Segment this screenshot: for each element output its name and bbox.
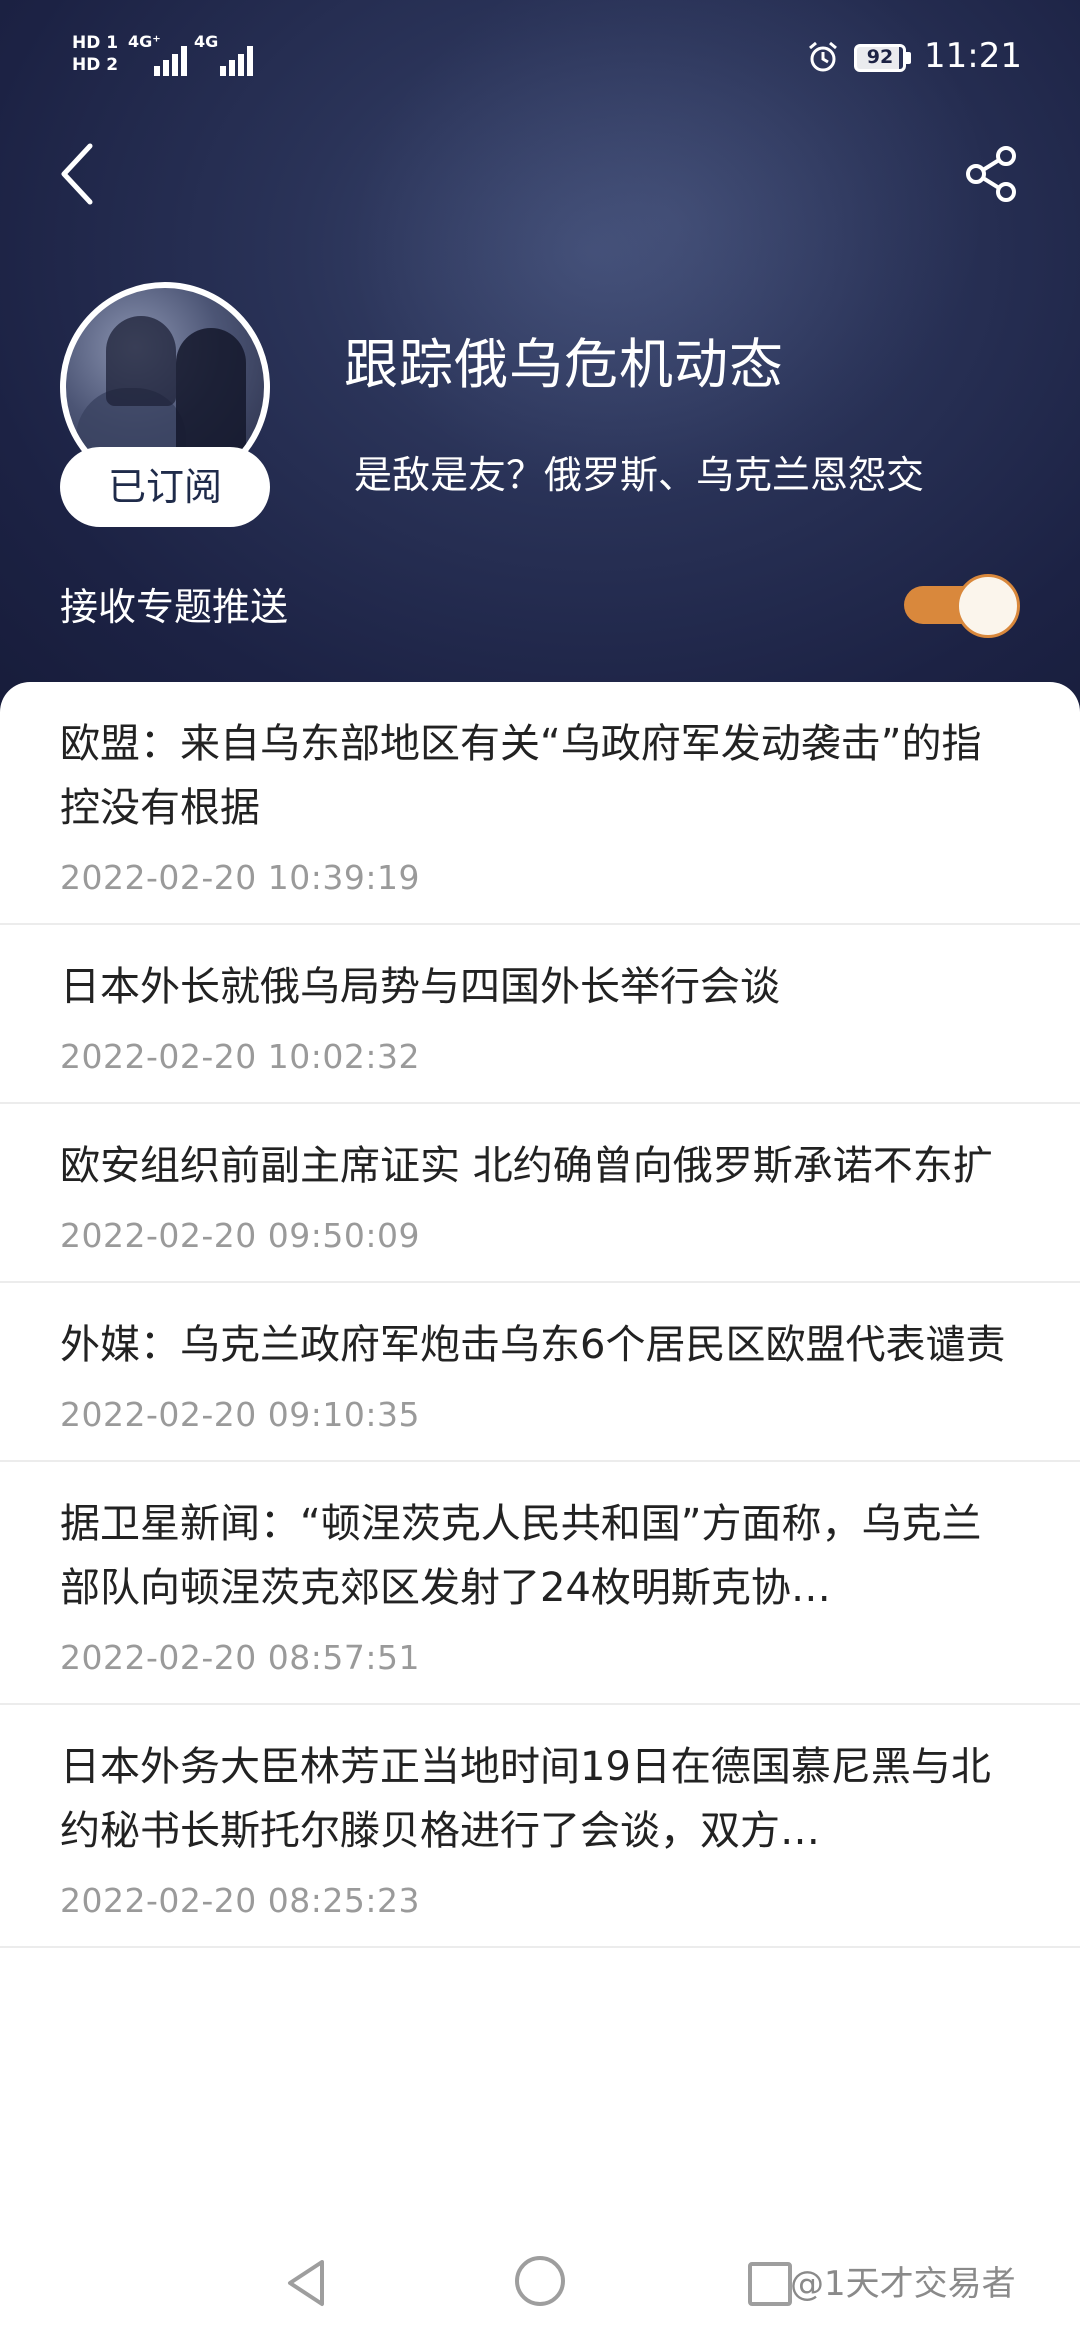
news-time: 2022-02-20 10:02:32 [60,1037,420,1076]
news-title: 日本外务大臣林芳正当地时间19日在德国慕尼黑与北约秘书长斯托尔滕贝格进行了会谈，… [60,1744,991,1854]
status-bar: HD 1 HD 2 4G⁺ 4G 92 11:21 [0,0,1080,120]
battery-icon: 92 [854,44,906,72]
news-title: 外媒：乌克兰政府军炮击乌东6个居民区欧盟代表谴责 [60,1322,1006,1368]
news-title: 日本外长就俄乌局势与四国外长举行会谈 [60,964,780,1010]
battery-level: 92 [866,46,894,68]
news-item[interactable]: 欧盟：来自乌东部地区有关“乌政府军发动袭击”的指控没有根据 2022-02-20… [0,682,1080,925]
hd2-label: HD 2 [72,55,119,75]
news-time: 2022-02-20 09:50:09 [60,1216,420,1255]
news-title: 欧盟：来自乌东部地区有关“乌政府军发动袭击”的指控没有根据 [60,721,982,831]
news-item[interactable]: 外媒：乌克兰政府军炮击乌东6个居民区欧盟代表谴责 2022-02-20 09:1… [0,1283,1080,1462]
news-title: 据卫星新闻：“顿涅茨克人民共和国”方面称，乌克兰部队向顿涅茨克郊区发射了24枚明… [60,1501,982,1611]
signal-bars-icon [154,40,194,76]
share-icon[interactable] [962,144,1022,204]
news-time: 2022-02-20 09:10:35 [60,1395,420,1434]
chevron-left-icon[interactable] [52,138,108,210]
toggle-knob [956,574,1020,638]
topic-title: 跟踪俄乌危机动态 [344,333,784,396]
circle-home-icon[interactable] [515,2256,565,2306]
signal-2-label: 4G [194,32,219,51]
hd1-label: HD 1 [72,33,119,53]
topic-header: HD 1 HD 2 4G⁺ 4G 92 11:21 已订阅 跟踪俄乌危机动态 是… [0,0,1080,720]
triangle-back-icon[interactable] [282,2256,332,2310]
square-recent-icon[interactable] [748,2262,792,2306]
topic-subtitle: 是敌是友？俄罗斯、乌克兰恩怨交 [354,453,925,497]
hd-indicator: HD 1 HD 2 [72,32,118,76]
news-item[interactable]: 日本外务大臣林芳正当地时间19日在德国慕尼黑与北约秘书长斯托尔滕贝格进行了会谈，… [0,1705,1080,1948]
alarm-icon [809,41,837,72]
signal-bars-icon [220,40,260,76]
news-title: 欧安组织前副主席证实 北约确曾向俄罗斯承诺不东扩 [60,1143,993,1189]
subscribed-button[interactable]: 已订阅 [60,447,270,527]
push-label: 接收专题推送 [60,585,289,629]
news-time: 2022-02-20 08:25:23 [60,1881,420,1920]
news-item[interactable]: 欧安组织前副主席证实 北约确曾向俄罗斯承诺不东扩 2022-02-20 09:5… [0,1104,1080,1283]
news-list: 欧盟：来自乌东部地区有关“乌政府军发动袭击”的指控没有根据 2022-02-20… [0,682,1080,2220]
news-item[interactable]: 日本外长就俄乌局势与四国外长举行会谈 2022-02-20 10:02:32 [0,925,1080,1104]
watermark: @1天才交易者 [790,2264,1016,2304]
news-time: 2022-02-20 10:39:19 [60,858,420,897]
status-time: 11:21 [924,36,1022,76]
system-nav-bar: @1天才交易者 [0,2220,1080,2340]
push-toggle[interactable] [904,574,1022,638]
news-item[interactable]: 据卫星新闻：“顿涅茨克人民共和国”方面称，乌克兰部队向顿涅茨克郊区发射了24枚明… [0,1462,1080,1705]
news-time: 2022-02-20 08:57:51 [60,1638,420,1677]
